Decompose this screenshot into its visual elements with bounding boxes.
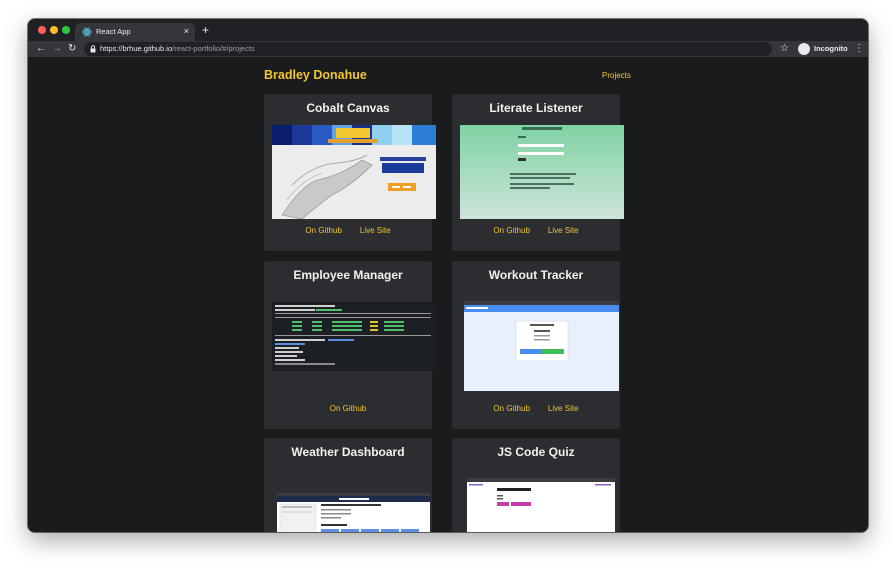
project-screenshot[interactable]	[464, 297, 619, 391]
project-title: JS Code Quiz	[497, 445, 575, 459]
project-card: Literate Listener On Github Live Site	[452, 94, 624, 251]
project-screenshot[interactable]	[460, 125, 624, 219]
project-screenshot[interactable]	[467, 475, 615, 532]
tab-title: React App	[96, 27, 131, 36]
minimize-window-button[interactable]	[50, 26, 58, 34]
forward-arrow-icon[interactable]: →	[52, 42, 62, 56]
kebab-menu-icon[interactable]: ⋮	[854, 42, 864, 56]
project-card: Employee Manager On Github	[264, 261, 436, 429]
page-content: Bradley Donahue Projects Cobalt Canvas O…	[28, 57, 868, 532]
browser-toolbar: ← → ↻ https://brhue.github.io/react-port…	[28, 41, 868, 57]
reload-icon[interactable]: ↻	[68, 42, 76, 56]
project-title: Literate Listener	[489, 101, 583, 115]
github-link[interactable]: On Github	[330, 404, 366, 413]
github-link[interactable]: On Github	[305, 226, 341, 235]
project-title: Workout Tracker	[488, 268, 584, 282]
project-title: Employee Manager	[293, 268, 403, 282]
github-link[interactable]: On Github	[493, 226, 529, 235]
project-screenshot[interactable]	[272, 302, 436, 371]
project-card: Cobalt Canvas On Github Live Site	[264, 94, 436, 251]
project-card: JS Code Quiz	[452, 438, 620, 532]
back-arrow-icon[interactable]: ←	[36, 42, 46, 56]
project-screenshot[interactable]	[272, 125, 436, 219]
incognito-icon	[798, 43, 810, 55]
project-links: On Github Live Site	[264, 226, 432, 235]
react-logo-icon	[82, 27, 92, 37]
project-screenshot[interactable]	[277, 490, 430, 532]
project-links: On Github Live Site	[452, 226, 620, 235]
url-path: /react-portfolio/#/projects	[172, 44, 255, 53]
maximize-window-button[interactable]	[62, 26, 70, 34]
new-tab-button[interactable]: +	[202, 23, 209, 37]
star-icon[interactable]: ☆	[780, 42, 789, 56]
project-links: On Github Live Site	[452, 404, 620, 413]
site-brand[interactable]: Bradley Donahue	[264, 68, 367, 82]
browser-tab[interactable]: React App ×	[75, 23, 195, 41]
url-host: https://brhue.github.io	[100, 44, 173, 53]
project-card: Weather Dashboard	[264, 438, 432, 532]
project-links: On Github	[264, 404, 432, 413]
browser-window: React App × + ← → ↻ https://brhue.github…	[28, 19, 868, 532]
project-title: Cobalt Canvas	[306, 101, 390, 115]
live-site-link[interactable]: Live Site	[548, 226, 579, 235]
project-card: Workout Tracker On Github Live Site	[452, 261, 620, 429]
live-site-link[interactable]: Live Site	[360, 226, 391, 235]
github-link[interactable]: On Github	[493, 404, 529, 413]
nav-projects-link[interactable]: Projects	[602, 71, 631, 80]
close-window-button[interactable]	[38, 26, 46, 34]
url-text: https://brhue.github.io/react-portfolio/…	[100, 44, 255, 54]
tab-close-icon[interactable]: ×	[184, 26, 189, 36]
project-title: Weather Dashboard	[291, 445, 405, 459]
live-site-link[interactable]: Live Site	[548, 404, 579, 413]
browser-titlebar: React App × +	[28, 19, 868, 41]
lock-icon	[90, 45, 96, 53]
address-bar[interactable]: https://brhue.github.io/react-portfolio/…	[84, 42, 772, 56]
incognito-label: Incognito	[814, 44, 848, 53]
